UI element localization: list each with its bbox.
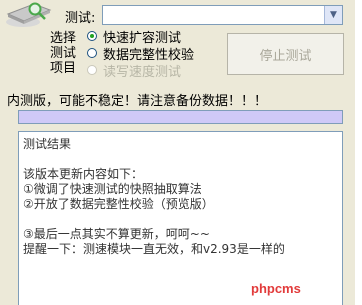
chevron-down-icon[interactable]: ▼ — [324, 6, 342, 24]
radio-label: 读写速度测试 — [103, 64, 182, 80]
usb-drive-magnifier-icon — [6, 2, 52, 27]
progress-bar — [18, 110, 343, 124]
drive-label: 测试: — [65, 11, 96, 26]
window-edge — [355, 0, 362, 305]
stop-test-button[interactable]: 停止测试 — [227, 33, 344, 75]
watermark: phpcms — [251, 281, 301, 296]
radio-read-write-speed-test: 读写速度测试 — [87, 62, 182, 80]
log-line: 测试结果 — [23, 137, 72, 151]
log-line: ②开放了数据完整性校验（预览版） — [23, 197, 214, 211]
radio-data-integrity-check[interactable]: 数据完整性校验 — [87, 45, 194, 63]
log-line: ①微调了快速测试的快照抽取算法 — [23, 182, 202, 196]
drive-select[interactable]: ▼ — [102, 5, 343, 25]
radio-quick-capacity-test[interactable]: 快速扩容测试 — [87, 28, 181, 46]
radio-button-selected[interactable] — [87, 31, 97, 41]
log-line: 提醒一下：测速模块一直无效，和v2.93是一样的 — [23, 242, 285, 256]
test-results-log[interactable]: 测试结果 该版本更新内容如下： ①微调了快速测试的快照抽取算法 ②开放了数据完整… — [18, 131, 343, 305]
test-mode-label-line: 测试 — [50, 46, 77, 61]
test-mode-label: 选择 测试 项目 — [50, 31, 80, 76]
test-mode-label-line: 项目 — [50, 61, 77, 76]
log-line: ③最后一点其实不算更新，呵呵~~ — [23, 227, 210, 241]
app-window: 测试: ▼ 选择 测试 项目 快速扩容测试 数据完整性校验 读写速度测试 停止测… — [0, 0, 362, 305]
radio-button-disabled — [87, 65, 97, 75]
test-mode-label-line: 选择 — [50, 31, 77, 46]
beta-warning: 内测版，可能不稳定！请注意备份数据！！！ — [7, 94, 268, 109]
radio-button[interactable] — [87, 48, 97, 58]
log-line: 该版本更新内容如下： — [23, 167, 144, 181]
